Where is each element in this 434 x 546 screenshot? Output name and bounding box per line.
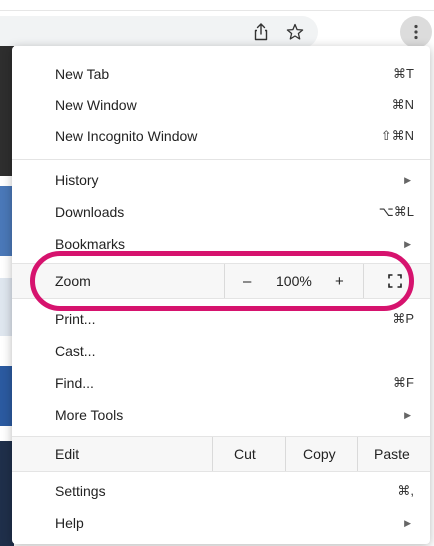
zoom-in-button[interactable]: + xyxy=(335,273,344,290)
kebab-menu-button[interactable] xyxy=(400,16,432,48)
edit-label: Edit xyxy=(55,446,80,462)
fullscreen-button[interactable] xyxy=(388,274,402,291)
zoom-row: Zoom – 100% + xyxy=(12,264,430,298)
share-icon[interactable] xyxy=(249,20,273,44)
shortcut-label: ⇧⌘N xyxy=(380,128,414,143)
browser-menu: New Tab ⌘T New Window ⌘N New Incognito W… xyxy=(12,46,430,544)
submenu-arrow-icon: ▶ xyxy=(404,238,411,249)
menu-item-label: History xyxy=(55,172,99,188)
menu-item-new-incognito-window[interactable]: New Incognito Window ⇧⌘N xyxy=(12,120,430,152)
menu-item-label: New Tab xyxy=(55,66,110,82)
shortcut-label: ⌘N xyxy=(391,97,414,112)
menu-divider xyxy=(12,159,430,160)
menu-item-find[interactable]: Find... ⌘F xyxy=(12,367,430,399)
submenu-arrow-icon: ▶ xyxy=(404,517,411,528)
menu-item-history[interactable]: History ▶ xyxy=(12,164,430,196)
toolbar-divider xyxy=(0,10,434,11)
cell-divider xyxy=(224,264,225,298)
menu-item-label: Settings xyxy=(55,483,106,499)
menu-item-bookmarks[interactable]: Bookmarks ▶ xyxy=(12,228,430,260)
menu-item-new-window[interactable]: New Window ⌘N xyxy=(12,89,430,121)
cell-divider xyxy=(357,437,358,471)
menu-item-cast[interactable]: Cast... xyxy=(12,335,430,367)
menu-item-help[interactable]: Help ▶ xyxy=(12,507,430,539)
shortcut-label: ⌘F xyxy=(393,375,414,390)
cell-divider xyxy=(212,437,213,471)
menu-item-label: Cast... xyxy=(55,343,96,359)
menu-item-label: Downloads xyxy=(55,204,125,220)
bookmark-star-icon[interactable] xyxy=(283,20,307,44)
menu-item-label: More Tools xyxy=(55,407,124,423)
menu-divider xyxy=(12,298,430,299)
menu-item-new-tab[interactable]: New Tab ⌘T xyxy=(12,58,430,90)
menu-divider xyxy=(12,471,430,472)
submenu-arrow-icon: ▶ xyxy=(404,174,411,185)
menu-item-label: New Window xyxy=(55,97,137,113)
zoom-out-button[interactable]: – xyxy=(243,273,251,290)
kebab-menu-icon xyxy=(414,24,418,40)
menu-item-downloads[interactable]: Downloads ⌥⌘L xyxy=(12,196,430,228)
menu-item-label: Find... xyxy=(55,375,94,391)
menu-item-print[interactable]: Print... ⌘P xyxy=(12,303,430,335)
zoom-label: Zoom xyxy=(55,273,91,289)
menu-item-label: Bookmarks xyxy=(55,236,126,252)
shortcut-label: ⌥⌘L xyxy=(378,204,414,219)
fullscreen-icon xyxy=(388,274,402,288)
zoom-level: 100% xyxy=(276,273,312,289)
copy-button[interactable]: Copy xyxy=(303,446,336,462)
menu-item-label: Help xyxy=(55,515,84,531)
shortcut-label: ⌘T xyxy=(393,66,414,81)
cut-button[interactable]: Cut xyxy=(234,446,256,462)
shortcut-label: ⌘, xyxy=(397,483,414,498)
submenu-arrow-icon: ▶ xyxy=(404,409,411,420)
menu-item-label: New Incognito Window xyxy=(55,128,198,144)
cell-divider xyxy=(363,264,364,298)
shortcut-label: ⌘P xyxy=(392,311,414,326)
cell-divider xyxy=(285,437,286,471)
edit-row: Edit Cut Copy Paste xyxy=(12,437,430,471)
paste-button[interactable]: Paste xyxy=(374,446,410,462)
menu-item-settings[interactable]: Settings ⌘, xyxy=(12,475,430,507)
menu-item-label: Print... xyxy=(55,311,96,327)
browser-toolbar xyxy=(0,0,434,48)
menu-item-more-tools[interactable]: More Tools ▶ xyxy=(12,399,430,431)
